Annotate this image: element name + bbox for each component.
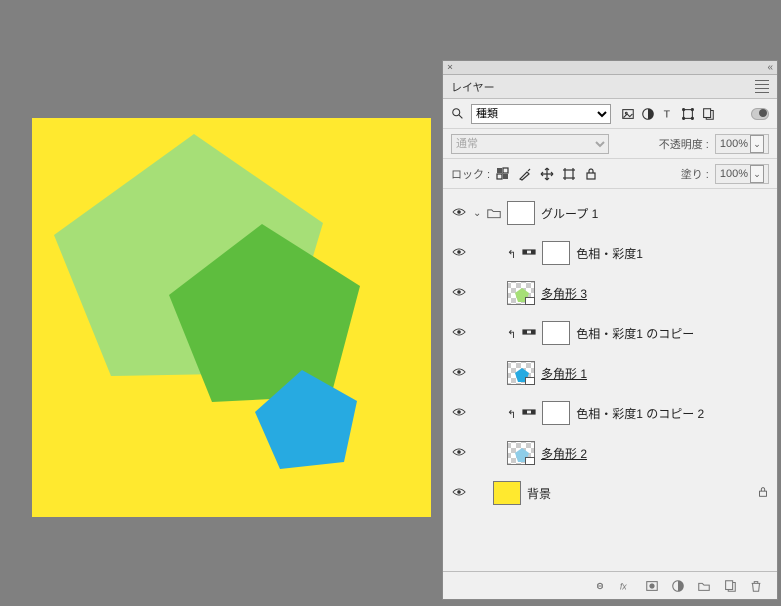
filter-smart-icon[interactable] (701, 107, 715, 121)
layer-poly2[interactable]: 多角形 2 (443, 433, 777, 473)
clip-icon: ↳ (507, 327, 516, 340)
layer-hs1[interactable]: ↳ 色相・彩度1 (443, 233, 777, 273)
opacity-value[interactable]: 100%⌄ (715, 134, 769, 154)
layer-label[interactable]: グループ 1 (541, 205, 598, 222)
layer-background[interactable]: 背景 (443, 473, 777, 513)
lock-artboard-icon[interactable] (562, 167, 576, 181)
layer-label[interactable]: 色相・彩度1 のコピー (576, 325, 694, 342)
panel-footer: fx (443, 571, 777, 599)
visibility-icon[interactable] (451, 444, 467, 462)
delete-icon[interactable] (749, 579, 763, 593)
visibility-icon[interactable] (451, 244, 467, 262)
layer-hs1-copy2[interactable]: ↳ 色相・彩度1 のコピー 2 (443, 393, 777, 433)
layer-poly3[interactable]: 多角形 3 (443, 273, 777, 313)
panel-close-icon[interactable]: × (447, 62, 453, 73)
adjustment-icon (522, 406, 536, 420)
lock-all-icon[interactable] (584, 167, 598, 181)
layer-hs1-copy[interactable]: ↳ 色相・彩度1 のコピー (443, 313, 777, 353)
filter-shape-icon[interactable] (681, 107, 695, 121)
clip-icon: ↳ (507, 247, 516, 260)
fill-value[interactable]: 100%⌄ (715, 164, 769, 184)
layer-thumb[interactable] (507, 281, 535, 305)
adjustment-icon (522, 326, 536, 340)
new-layer-icon[interactable] (723, 579, 737, 593)
group-mask-thumb[interactable] (507, 201, 535, 225)
new-group-icon[interactable] (697, 579, 711, 593)
expand-toggle[interactable]: ⌄ (473, 208, 481, 219)
filter-toggle[interactable] (751, 108, 769, 120)
svg-text:T: T (664, 108, 671, 120)
panel-collapse-icon[interactable]: « (767, 62, 773, 73)
visibility-icon[interactable] (451, 324, 467, 342)
layer-group-1[interactable]: ⌄ グループ 1 (443, 193, 777, 233)
mask-thumb[interactable] (542, 321, 570, 345)
visibility-icon[interactable] (451, 404, 467, 422)
lock-position-icon[interactable] (540, 167, 554, 181)
adjustment-icon (522, 246, 536, 260)
layer-label[interactable]: 背景 (527, 485, 551, 502)
visibility-icon[interactable] (451, 284, 467, 302)
lock-transparency-icon[interactable] (496, 167, 510, 181)
folder-icon (487, 206, 501, 220)
filter-type-select[interactable]: 種類 (471, 104, 611, 124)
visibility-icon[interactable] (451, 484, 467, 502)
lock-pixels-icon[interactable] (518, 167, 532, 181)
add-adjustment-icon[interactable] (671, 579, 685, 593)
canvas (32, 118, 431, 517)
mask-thumb[interactable] (542, 241, 570, 265)
layer-label[interactable]: 多角形 2 (541, 445, 587, 462)
clip-icon: ↳ (507, 407, 516, 420)
panel-menu-icon[interactable] (755, 80, 769, 93)
filter-adjust-icon[interactable] (641, 107, 655, 121)
layer-label[interactable]: 多角形 1 (541, 365, 587, 382)
panel-topbar: × « (443, 61, 777, 75)
lock-row: ロック : 塗り : 100%⌄ (443, 159, 777, 189)
layer-thumb[interactable] (507, 361, 535, 385)
opacity-label: 不透明度 : (659, 136, 709, 152)
filter-text-icon[interactable]: T (661, 107, 675, 121)
lock-icon (757, 486, 769, 501)
layer-thumb[interactable] (493, 481, 521, 505)
fill-label: 塗り : (681, 166, 709, 182)
link-layers-icon[interactable] (593, 579, 607, 593)
blend-mode-select[interactable]: 通常 (451, 134, 609, 154)
layer-label[interactable]: 色相・彩度1 のコピー 2 (576, 405, 704, 422)
panel-tab: レイヤー (443, 75, 777, 99)
layer-label[interactable]: 色相・彩度1 (576, 245, 643, 262)
panel-title: レイヤー (451, 79, 495, 95)
layer-poly1[interactable]: 多角形 1 (443, 353, 777, 393)
layer-list: ⌄ グループ 1 ↳ 色相・彩度1 多角形 3 ↳ (443, 189, 777, 571)
mask-thumb[interactable] (542, 401, 570, 425)
lock-label: ロック : (451, 166, 490, 182)
visibility-icon[interactable] (451, 364, 467, 382)
layer-label[interactable]: 多角形 3 (541, 285, 587, 302)
add-mask-icon[interactable] (645, 579, 659, 593)
svg-text:fx: fx (620, 581, 627, 591)
visibility-icon[interactable] (451, 204, 467, 222)
search-icon (451, 107, 465, 121)
filter-pixel-icon[interactable] (621, 107, 635, 121)
fx-icon[interactable]: fx (619, 579, 633, 593)
filter-row: 種類 T (443, 99, 777, 129)
blend-row: 通常 不透明度 : 100%⌄ (443, 129, 777, 159)
layer-thumb[interactable] (507, 441, 535, 465)
layers-panel: × « レイヤー 種類 T 通常 不透明度 : 100%⌄ (442, 60, 778, 600)
